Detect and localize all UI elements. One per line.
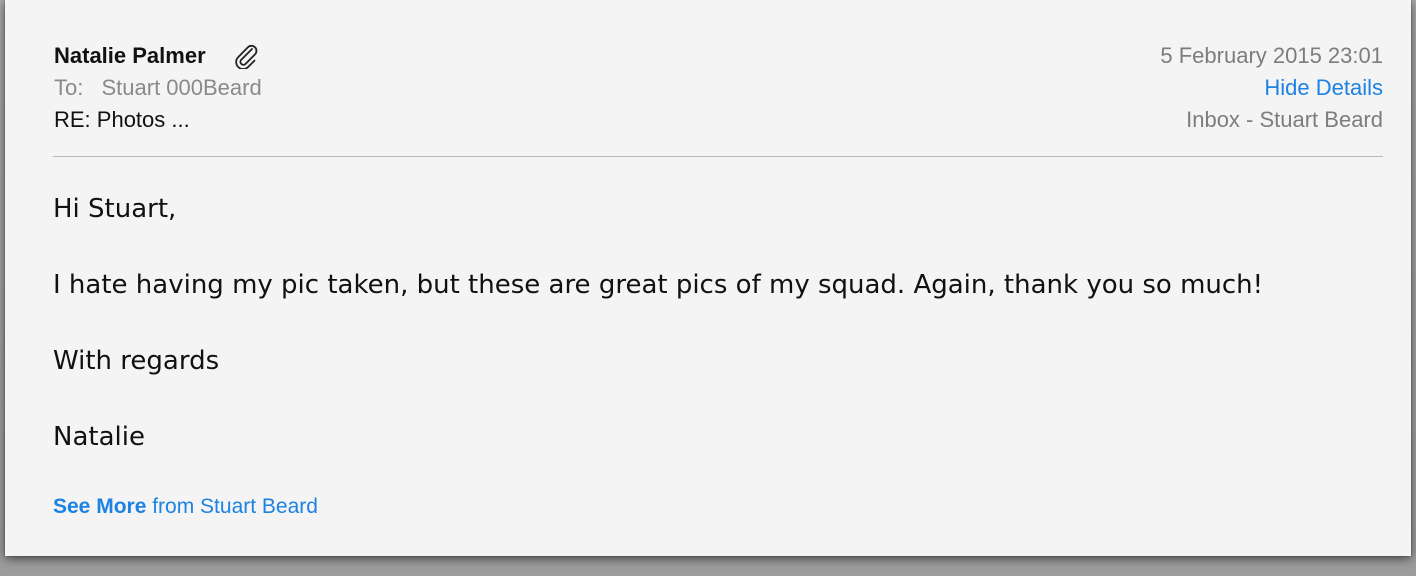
to-label: To: — [54, 75, 84, 100]
greeting-text: Hi Stuart, — [53, 194, 177, 224]
sender-row: Natalie Palmer — [54, 43, 260, 70]
hide-details-link[interactable]: Hide Details — [1264, 75, 1383, 101]
message-header: Natalie Palmer To: Stuart 000Beard RE: P… — [53, 40, 1383, 157]
recipient-name[interactable]: Stuart 000Beard — [101, 75, 261, 100]
see-more-link[interactable]: See More from Stuart Beard — [53, 495, 318, 519]
see-more-suffix[interactable]: from Stuart Beard — [152, 495, 318, 518]
see-more-label[interactable]: See More — [53, 495, 146, 518]
sender-name[interactable]: Natalie Palmer — [54, 43, 206, 69]
message-date: 5 February 2015 23:01 — [1160, 43, 1383, 68]
paperclip-icon — [232, 43, 260, 70]
mailbox-label: Inbox - Stuart Beard — [1186, 107, 1383, 132]
closing-text: With regards — [53, 346, 220, 376]
body-text: I hate having my pic taken, but these ar… — [53, 270, 1264, 300]
message-subject: RE: Photos ... — [54, 107, 190, 132]
signature-text: Natalie — [53, 422, 145, 452]
recipient-row: To: Stuart 000Beard — [54, 75, 262, 101]
message-pane: Natalie Palmer To: Stuart 000Beard RE: P… — [5, 0, 1411, 556]
